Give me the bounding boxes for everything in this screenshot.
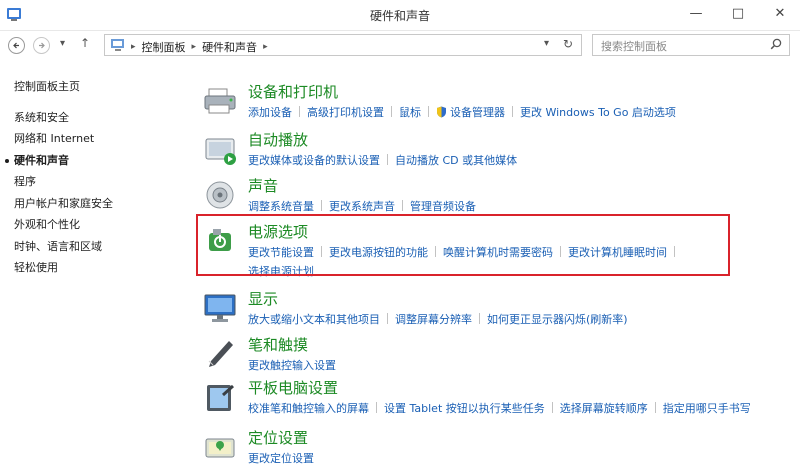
- control-panel-small-icon: [111, 39, 124, 51]
- close-button[interactable]: ✕: [768, 4, 792, 24]
- breadcrumb-hardware-sound[interactable]: 硬件和声音: [202, 39, 257, 55]
- back-button[interactable]: [8, 37, 25, 54]
- task-link[interactable]: 更改媒体或设备的默认设置: [248, 154, 380, 167]
- category-title[interactable]: 声音: [248, 175, 278, 196]
- sidebar-item[interactable]: 程序: [14, 171, 184, 193]
- task-link[interactable]: 校准笔和触控输入的屏幕: [248, 402, 369, 415]
- task-link[interactable]: 添加设备: [248, 106, 292, 119]
- forward-arrow-icon: [39, 42, 45, 49]
- link-separator: [479, 313, 480, 324]
- task-link[interactable]: 调整系统音量: [248, 200, 314, 213]
- sidebar-item-home[interactable]: 控制面板主页: [14, 76, 184, 98]
- link-separator: [387, 154, 388, 165]
- breadcrumb-control-panel[interactable]: 控制面板: [142, 39, 186, 55]
- link-separator: [299, 106, 300, 117]
- link-separator: [654, 402, 656, 413]
- task-link[interactable]: 设备管理器: [450, 106, 505, 119]
- forward-button[interactable]: [33, 37, 50, 54]
- printer-icon[interactable]: [202, 85, 238, 117]
- link-separator: [512, 106, 513, 117]
- task-link[interactable]: 放大或缩小文本和其他项目: [248, 313, 380, 326]
- task-link[interactable]: 如何更正显示器闪烁(刷新率): [487, 313, 628, 326]
- task-link[interactable]: 更改系统声音: [329, 200, 395, 213]
- link-separator: [387, 313, 388, 324]
- tablet-icon[interactable]: [202, 381, 238, 413]
- sidebar-item[interactable]: 时钟、语言和区域: [14, 236, 184, 258]
- breadcrumb-separator[interactable]: ▸: [192, 42, 197, 52]
- task-link[interactable]: 选择屏幕旋转顺序: [560, 402, 648, 415]
- back-arrow-icon: [13, 42, 19, 49]
- maximize-button[interactable]: □: [726, 4, 750, 24]
- task-link[interactable]: 指定用哪只手书写: [663, 402, 751, 415]
- link-separator: [391, 106, 392, 117]
- sidebar-item[interactable]: 网络和 Internet: [14, 128, 184, 150]
- category-title[interactable]: 设备和打印机: [248, 81, 338, 102]
- task-link[interactable]: 高级打印机设置: [307, 106, 384, 119]
- refresh-button[interactable]: ↻: [563, 37, 573, 51]
- category-title[interactable]: 笔和触摸: [248, 334, 308, 355]
- window-title: 硬件和声音: [369, 9, 430, 23]
- task-link[interactable]: 鼠标: [399, 106, 421, 119]
- search-icon[interactable]: [770, 38, 782, 50]
- task-link[interactable]: 更改 Windows To Go 启动选项: [520, 106, 676, 119]
- highlight-box: [196, 214, 730, 276]
- uac-shield-icon: [437, 106, 446, 118]
- sidebar-item[interactable]: 用户帐户和家庭安全: [14, 193, 184, 215]
- breadcrumb-separator[interactable]: ▸: [131, 42, 136, 52]
- link-separator: [428, 106, 429, 117]
- sidebar-item[interactable]: 轻松使用: [14, 257, 184, 279]
- task-link[interactable]: 调整屏幕分辨率: [395, 313, 472, 326]
- display-icon[interactable]: [202, 292, 238, 324]
- task-link[interactable]: 设置 Tablet 按钮以执行某些任务: [384, 402, 545, 415]
- up-button[interactable]: ↑: [80, 36, 90, 50]
- link-separator: [551, 402, 553, 413]
- title-bar: 硬件和声音 — □ ✕: [0, 0, 800, 31]
- task-link[interactable]: 更改定位设置: [248, 452, 314, 465]
- pen-icon[interactable]: [202, 338, 238, 370]
- sidebar: 控制面板主页 系统和安全 网络和 Internet 硬件和声音 程序 用户帐户和家庭安全…: [5, 76, 184, 279]
- autoplay-icon[interactable]: [202, 133, 238, 165]
- task-link[interactable]: 管理音频设备: [410, 200, 476, 213]
- category-title[interactable]: 自动播放: [248, 129, 308, 150]
- category-title[interactable]: 定位设置: [248, 427, 308, 448]
- category-title[interactable]: 平板电脑设置: [248, 377, 338, 398]
- link-separator: [402, 200, 403, 211]
- link-separator: [321, 200, 322, 211]
- link-separator: [376, 402, 377, 413]
- recent-pages-dropdown[interactable]: ▾: [60, 38, 65, 49]
- sidebar-item[interactable]: 外观和个性化: [14, 214, 184, 236]
- search-input[interactable]: [599, 37, 763, 55]
- address-toolbar: ▾ ↑ ▸ 控制面板 ▸ 硬件和声音 ▸ ▾ ↻: [0, 30, 800, 60]
- breadcrumb-separator[interactable]: ▸: [263, 42, 268, 52]
- minimize-button[interactable]: —: [684, 4, 708, 24]
- address-box[interactable]: ▸ 控制面板 ▸ 硬件和声音 ▸ ▾ ↻: [104, 34, 582, 56]
- address-dropdown[interactable]: ▾: [544, 38, 549, 49]
- task-link[interactable]: 自动播放 CD 或其他媒体: [395, 154, 517, 167]
- sidebar-item[interactable]: 系统和安全: [14, 107, 184, 129]
- sidebar-item: 硬件和声音: [5, 150, 184, 172]
- location-icon[interactable]: [202, 431, 238, 463]
- search-box[interactable]: [592, 34, 790, 56]
- speaker-icon[interactable]: [202, 179, 238, 211]
- category-title[interactable]: 显示: [248, 288, 278, 309]
- task-link[interactable]: 更改触控输入设置: [248, 359, 336, 372]
